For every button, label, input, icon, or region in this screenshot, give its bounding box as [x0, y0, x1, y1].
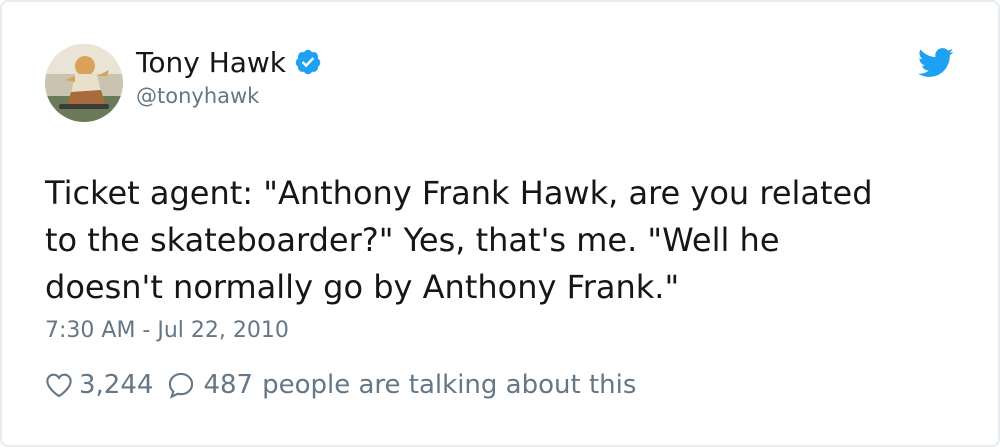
- talking-about-label: people are talking about this: [262, 370, 637, 400]
- author-handle[interactable]: @tonyhawk: [136, 84, 259, 108]
- reply-count: 487: [203, 370, 254, 400]
- avatar[interactable]: [45, 44, 123, 122]
- author-display-name[interactable]: Tony Hawk: [136, 46, 286, 79]
- tweet-timestamp[interactable]: 7:30 AM - Jul 22, 2010: [45, 318, 289, 343]
- like-button[interactable]: 3,244: [45, 370, 167, 400]
- tweet-text: Ticket agent: "Anthony Frank Hawk, are y…: [45, 174, 873, 306]
- like-count: 3,244: [79, 370, 154, 400]
- heart-icon: [46, 373, 72, 398]
- twitter-bird-icon[interactable]: [918, 48, 954, 78]
- tweet-card: Tony Hawk @tonyhawk Ticket agent: "Antho…: [0, 0, 1000, 447]
- avatar-photo: [45, 44, 123, 122]
- reply-button[interactable]: 487 people are talking about this: [167, 370, 636, 400]
- engagement-bar: 3,244 487 people are talking about this: [45, 370, 636, 400]
- speech-bubble-icon: [169, 372, 194, 399]
- author-name-row: Tony Hawk: [136, 43, 322, 81]
- verified-badge-icon: [294, 48, 322, 76]
